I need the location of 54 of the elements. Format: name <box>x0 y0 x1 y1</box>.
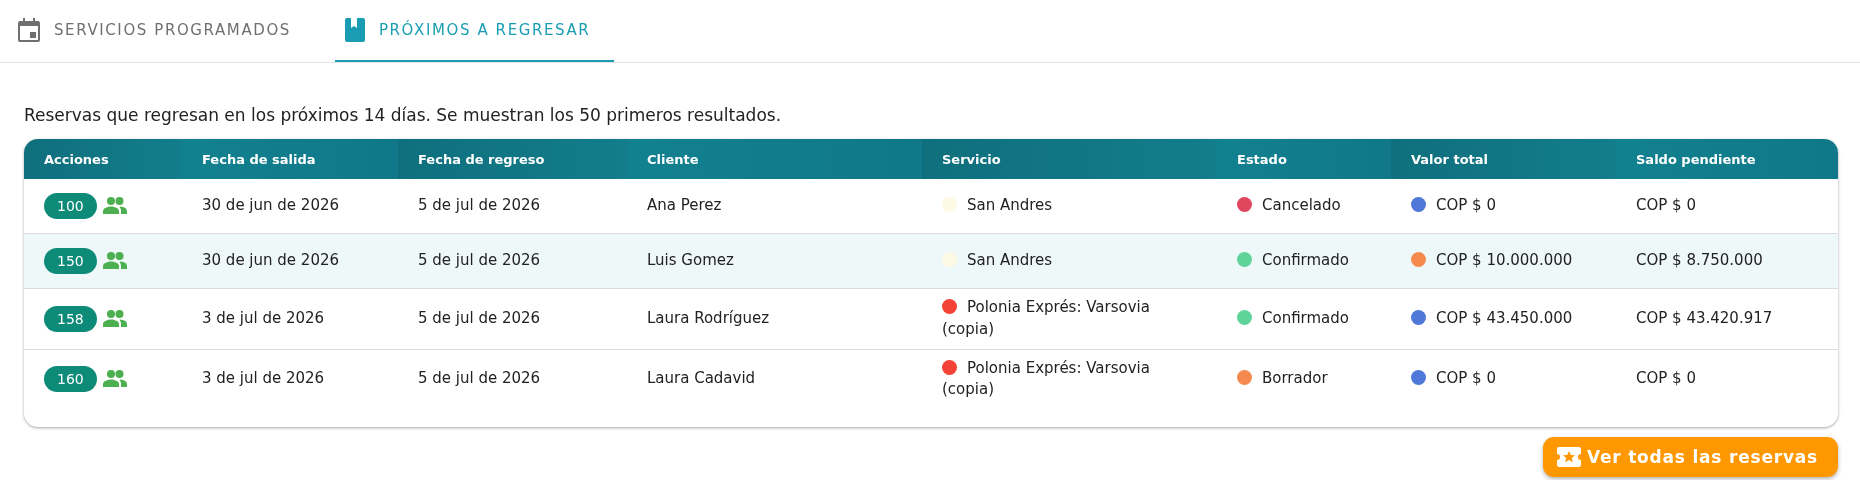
column-header: Acciones <box>24 139 182 179</box>
table-cell: Polonia Exprés: Varsovia (copia) <box>942 298 1150 338</box>
group-icon[interactable] <box>102 369 127 388</box>
table-cell: 5 de jul de 2026 <box>418 251 541 270</box>
booking-number-badge[interactable]: 100 <box>44 192 97 220</box>
group-icon[interactable] <box>102 250 127 269</box>
column-header: Fecha de salida <box>182 139 398 179</box>
table-cell: Polonia Exprés: Varsovia (copia) <box>942 358 1150 399</box>
table-cell: Ana Perez <box>647 196 722 215</box>
booking-number-badge[interactable]: 158 <box>44 305 97 332</box>
table-cell: Borrador <box>1262 369 1328 388</box>
table-cell: 3 de jul de 2026 <box>202 369 325 388</box>
table-cell: COP $ 0 <box>1436 369 1496 388</box>
booking-number-badge[interactable]: 150 <box>44 247 97 275</box>
description-text: Reservas que regresan en los próximos 14 días. Se muestran los 50 primeros resultados. <box>23 104 783 127</box>
column-header: Servicio <box>922 139 1217 179</box>
table-cell: Laura Cadavid <box>647 369 756 388</box>
column-header: Cliente <box>627 139 922 179</box>
group-icon[interactable] <box>102 308 127 327</box>
table-cell: 5 de jul de 2026 <box>418 308 541 327</box>
table-cell: COP $ 43.420.917 <box>1636 308 1773 327</box>
table-cell: 30 de jun de 2026 <box>202 251 339 270</box>
booking-number-badge[interactable]: 160 <box>44 366 97 393</box>
table-cell: Luis Gomez <box>647 251 734 270</box>
tab[interactable]: PRÓXIMOS A REGRESAR <box>334 0 615 62</box>
table-cell: San Andres <box>967 196 1053 215</box>
bookmark-icon <box>344 18 365 42</box>
table-row[interactable]: 158 3 de jul de 2026 5 de jul de 2026 Laura Rodríguez Polonia Exprés: Varsovia (copia) Confirmado COP $ 43.450.000 COP $ 43.420.917 <box>24 288 1838 349</box>
table-cell: San Andres <box>967 251 1053 270</box>
table-cell: Cancelado <box>1262 196 1341 215</box>
table-cell: Laura Rodríguez <box>647 308 770 327</box>
column-header: Saldo pendiente <box>1616 139 1838 179</box>
table-cell: 3 de jul de 2026 <box>202 308 325 327</box>
table-cell: Confirmado <box>1262 308 1349 327</box>
column-header: Valor total <box>1391 139 1616 179</box>
table-cell: 5 de jul de 2026 <box>418 369 541 388</box>
table-cell: COP $ 10.000.000 <box>1436 251 1573 270</box>
calendar-icon <box>18 18 40 42</box>
view-all-bookings-button[interactable]: Ver todas las reservas <box>1542 437 1838 477</box>
column-header: Fecha de regreso <box>398 139 627 179</box>
table-cell: Confirmado <box>1262 251 1349 270</box>
column-header: Estado <box>1217 139 1391 179</box>
tab[interactable]: SERVICIOS PROGRAMADOS <box>8 0 315 62</box>
group-icon[interactable] <box>102 195 127 214</box>
table-row[interactable]: 160 3 de jul de 2026 5 de jul de 2026 Laura Cadavid Polonia Exprés: Varsovia (copia) Borrador COP $ 0 COP $ 0 <box>24 349 1838 409</box>
table-cell: 5 de jul de 2026 <box>418 196 541 215</box>
table-cell: COP $ 8.750.000 <box>1636 251 1763 270</box>
ticket-icon <box>1556 447 1581 467</box>
table-cell: COP $ 0 <box>1436 196 1496 215</box>
table-cell: COP $ 0 <box>1636 369 1696 388</box>
table-cell: COP $ 0 <box>1636 196 1696 215</box>
table-row[interactable]: 100 30 de jun de 2026 5 de jul de 2026 Ana Perez San Andres Cancelado COP $ 0 COP $ 0 <box>24 179 1838 234</box>
table-cell: COP $ 43.450.000 <box>1436 308 1573 327</box>
table-cell: 30 de jun de 2026 <box>202 196 339 215</box>
